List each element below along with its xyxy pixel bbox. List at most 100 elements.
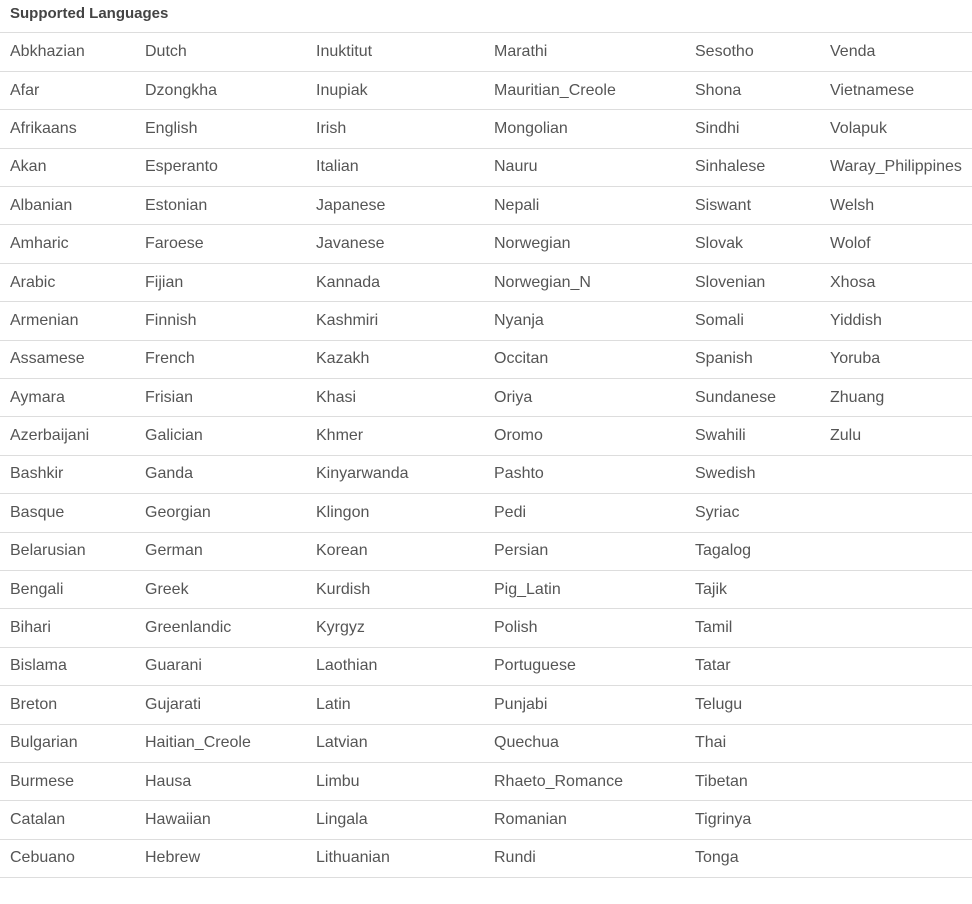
table-row: Armenian Finnish Kashmiri Nyanja Somali Yiddi… (0, 301, 972, 341)
language-cell: Yiddish (820, 301, 972, 341)
table-row: Bihari Greenlandic Kyrgyz Polish Tamil (0, 608, 972, 648)
language-cell: Swedish (685, 455, 820, 495)
language-cell (820, 724, 972, 763)
language-cell: Greenlandic (135, 608, 306, 648)
language-cell: Aymara (0, 378, 135, 418)
language-cell: Bislama (0, 647, 135, 687)
language-cell: Marathi (484, 33, 685, 72)
language-cell: Mongolian (484, 109, 685, 149)
language-cell: Hawaiian (135, 800, 306, 840)
language-cell: Catalan (0, 800, 135, 840)
language-cell: Haitian_Creole (135, 724, 306, 763)
language-cell: Kazakh (306, 340, 484, 380)
table-row: Aymara Frisian Khasi Oriya Sundanese Zhuang (0, 378, 972, 418)
language-cell: Limbu (306, 762, 484, 802)
language-cell: Tamil (685, 608, 820, 648)
language-cell: Zhuang (820, 378, 972, 418)
language-cell: Tigrinya (685, 800, 820, 840)
language-cell: Tonga (685, 839, 820, 879)
language-cell: Nyanja (484, 301, 685, 341)
table-row: Arabic Fijian Kannada Norwegian_N Slovenian X… (0, 263, 972, 303)
language-cell: Sesotho (685, 33, 820, 72)
language-cell: Albanian (0, 186, 135, 226)
language-cell: Swahili (685, 416, 820, 456)
language-cell: Sindhi (685, 109, 820, 149)
language-cell: Azerbaijani (0, 416, 135, 456)
language-cell: Japanese (306, 186, 484, 226)
language-cell (820, 608, 972, 648)
language-cell: Sundanese (685, 378, 820, 418)
language-cell: Bashkir (0, 455, 135, 495)
language-cell: Italian (306, 148, 484, 188)
language-cell: Tagalog (685, 532, 820, 571)
language-cell: Inupiak (306, 71, 484, 111)
language-cell: Afrikaans (0, 109, 135, 149)
language-cell: Slovenian (685, 263, 820, 303)
language-cell: Latvian (306, 724, 484, 763)
table-row: Amharic Faroese Javanese Norwegian Slovak Wol… (0, 224, 972, 264)
language-cell: Dzongkha (135, 71, 306, 111)
language-cell: Sinhalese (685, 148, 820, 188)
language-cell: Yoruba (820, 340, 972, 380)
table-row: Bashkir Ganda Kinyarwanda Pashto Swedish (0, 455, 972, 495)
language-cell: Abkhazian (0, 33, 135, 72)
language-cell: Tibetan (685, 762, 820, 802)
language-cell: Xhosa (820, 263, 972, 303)
language-cell: Rhaeto_Romance (484, 762, 685, 802)
language-cell: Polish (484, 608, 685, 648)
language-cell: Thai (685, 724, 820, 763)
language-cell: Korean (306, 532, 484, 571)
language-cell: Cebuano (0, 839, 135, 879)
language-cell: Nepali (484, 186, 685, 226)
language-cell: Mauritian_Creole (484, 71, 685, 111)
table-row: Bengali Greek Kurdish Pig_Latin Tajik (0, 570, 972, 610)
language-cell: Hausa (135, 762, 306, 802)
language-cell: Oriya (484, 378, 685, 418)
language-cell: Irish (306, 109, 484, 149)
language-cell: Welsh (820, 186, 972, 226)
language-cell: Lithuanian (306, 839, 484, 879)
language-cell: Finnish (135, 301, 306, 341)
table-row: Bulgarian Haitian_Creole Latvian Quechua Tha… (0, 724, 972, 763)
table-row: Basque Georgian Klingon Pedi Syriac (0, 493, 972, 533)
language-cell: Nauru (484, 148, 685, 188)
language-cell: Basque (0, 493, 135, 533)
language-cell (820, 570, 972, 610)
language-cell: Kyrgyz (306, 608, 484, 648)
table-row: Breton Gujarati Latin Punjabi Telugu (0, 685, 972, 725)
table-row: Afrikaans English Irish Mongolian Sindhi Vola… (0, 109, 972, 149)
language-cell: Bengali (0, 570, 135, 610)
language-cell: Klingon (306, 493, 484, 533)
language-cell: Breton (0, 685, 135, 725)
language-cell: Esperanto (135, 148, 306, 188)
language-cell: French (135, 340, 306, 380)
language-cell: Waray_Philippines (820, 148, 972, 188)
language-cell: Estonian (135, 186, 306, 226)
language-cell: Frisian (135, 378, 306, 418)
language-cell: Pedi (484, 493, 685, 533)
language-cell: Venda (820, 33, 972, 72)
language-cell: Akan (0, 148, 135, 188)
language-cell: Pashto (484, 455, 685, 495)
table-row: Cebuano Hebrew Lithuanian Rundi Tonga (0, 839, 972, 879)
language-cell: Fijian (135, 263, 306, 303)
language-cell: Kinyarwanda (306, 455, 484, 495)
language-cell: Syriac (685, 493, 820, 533)
language-cell: Belarusian (0, 532, 135, 571)
table-row: Akan Esperanto Italian Nauru Sinhalese Waray_… (0, 148, 972, 188)
language-cell: Vietnamese (820, 71, 972, 111)
language-cell: Hebrew (135, 839, 306, 879)
language-cell: Latin (306, 685, 484, 725)
language-cell: Laothian (306, 647, 484, 687)
language-cell: English (135, 109, 306, 149)
language-cell: Bulgarian (0, 724, 135, 763)
language-cell: Kashmiri (306, 301, 484, 341)
language-cell: German (135, 532, 306, 571)
language-cell: Romanian (484, 800, 685, 840)
table-row: Assamese French Kazakh Occitan Spanish Yoruba (0, 340, 972, 380)
language-cell: Faroese (135, 224, 306, 264)
language-cell: Khmer (306, 416, 484, 456)
language-cell: Amharic (0, 224, 135, 264)
language-cell (820, 532, 972, 571)
language-cell: Tajik (685, 570, 820, 610)
